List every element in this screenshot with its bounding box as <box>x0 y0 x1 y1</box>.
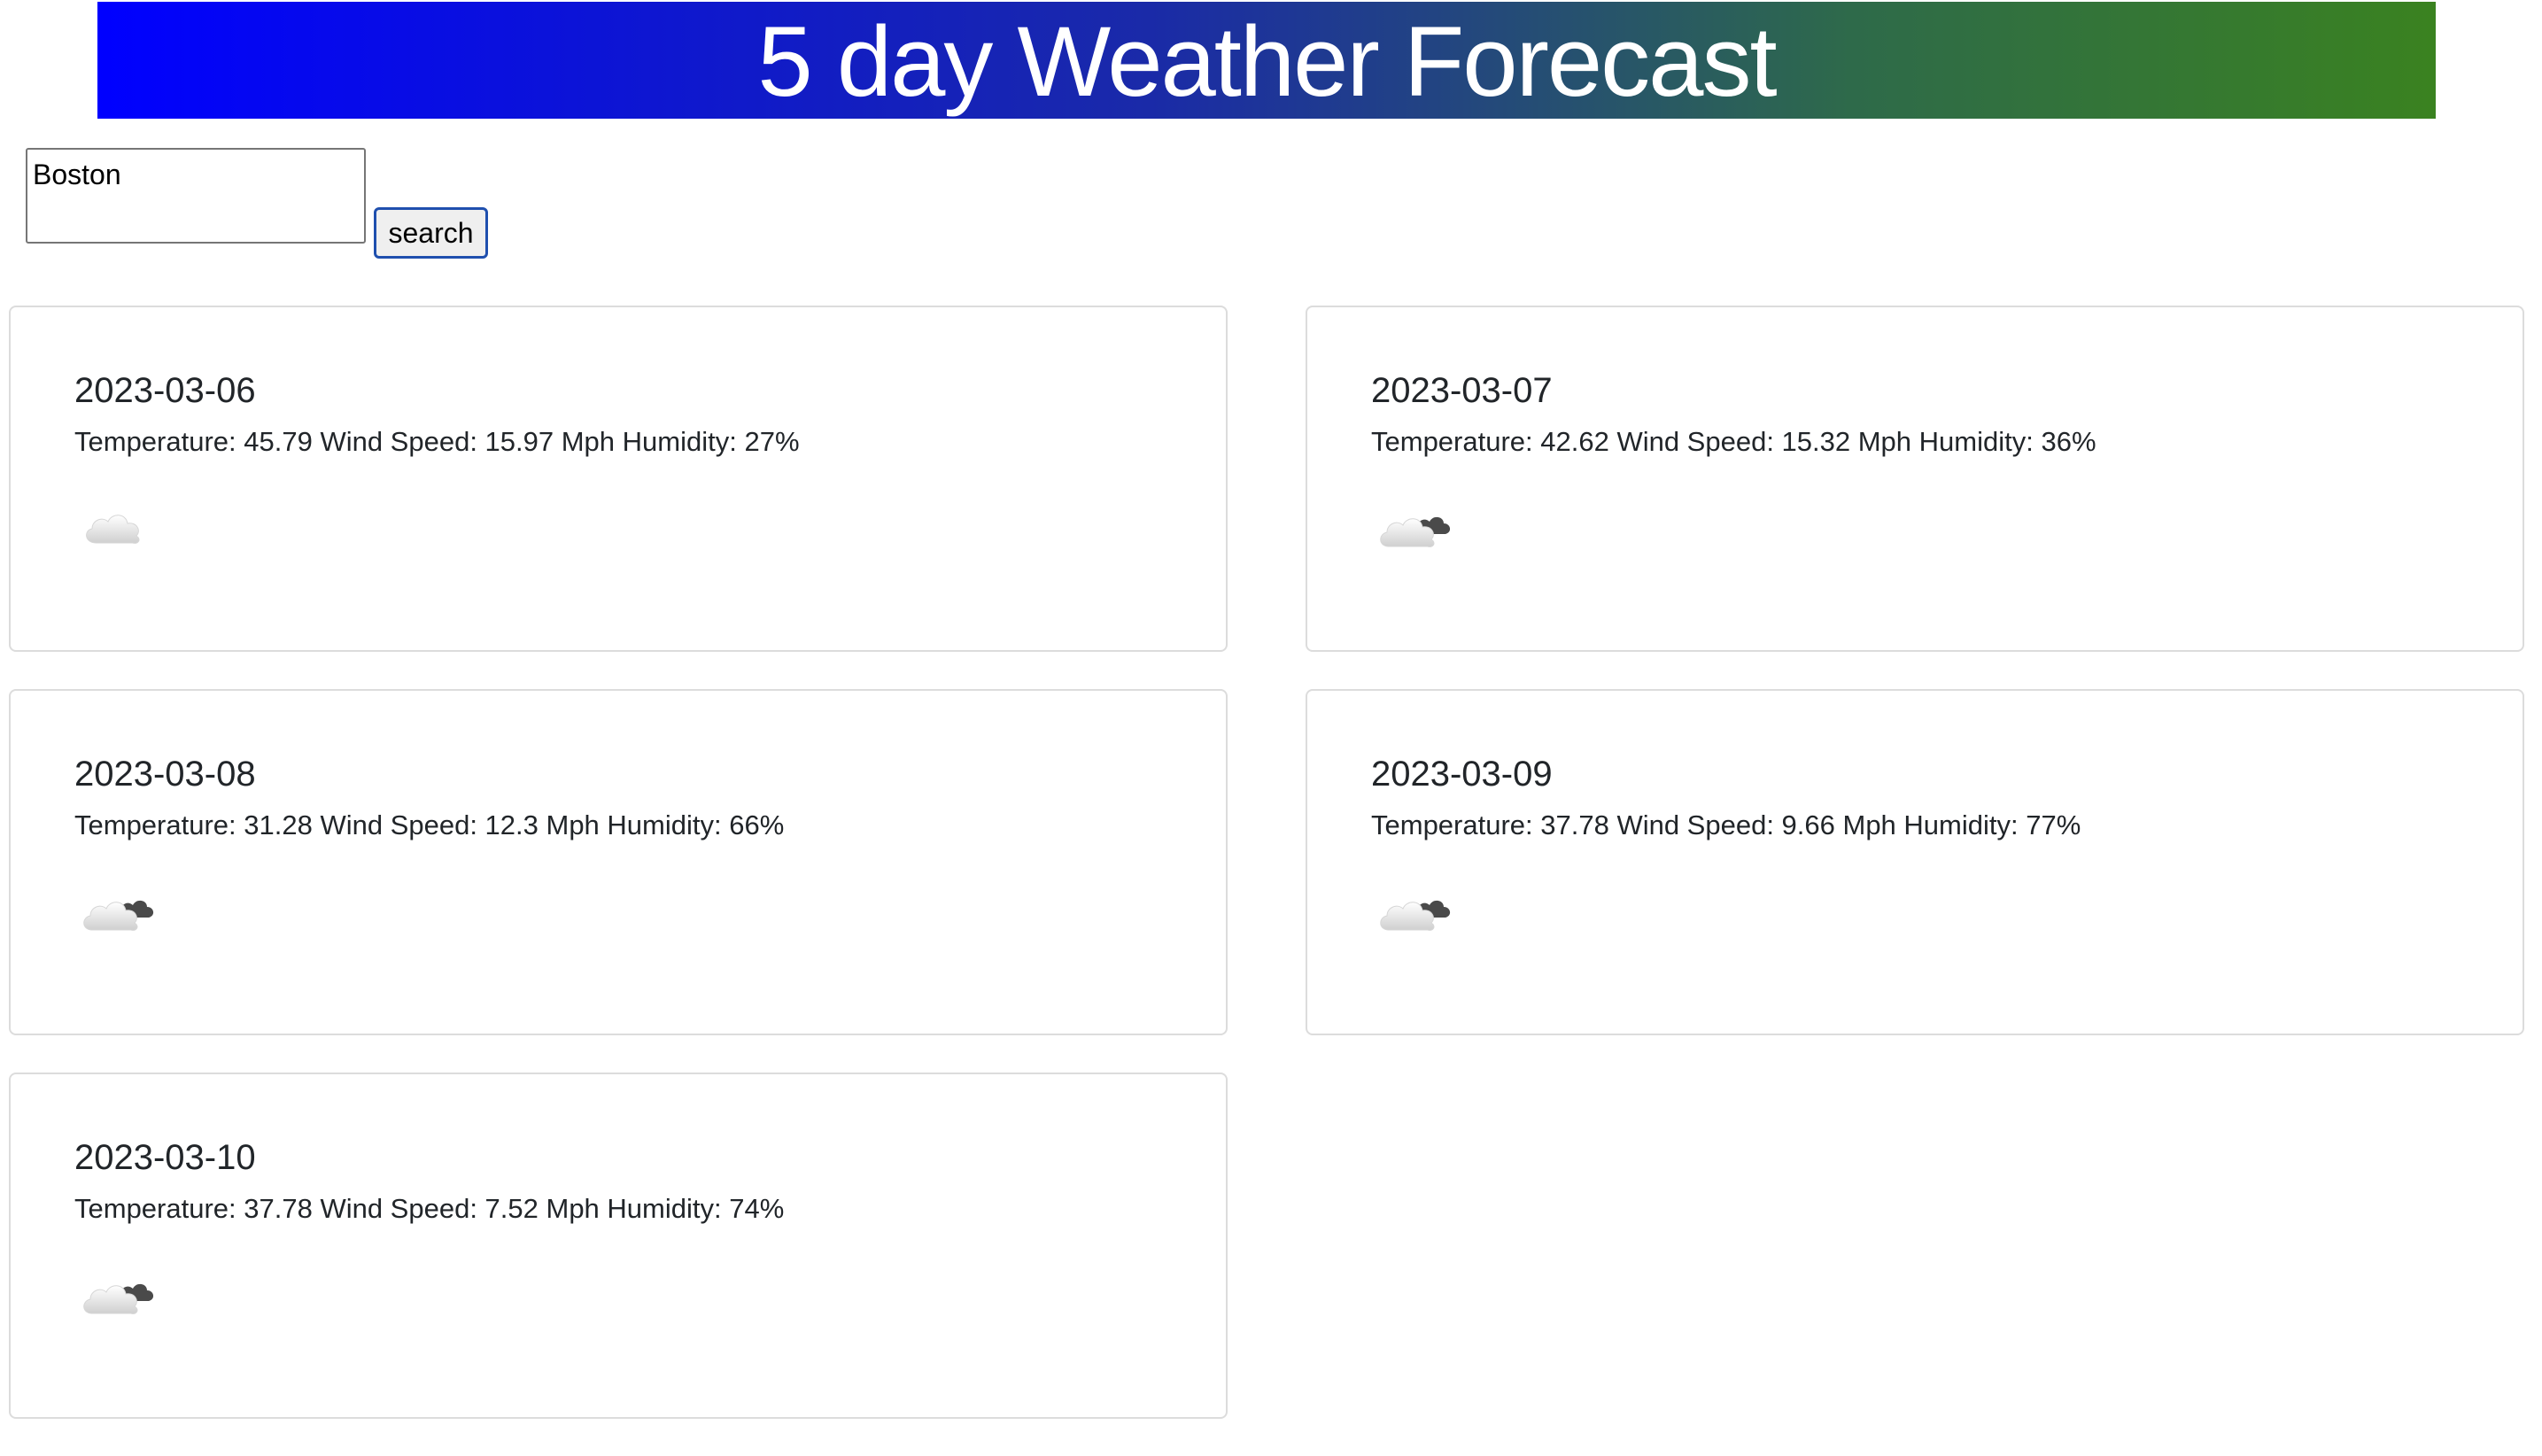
forecast-card: 2023-03-09 Temperature: 37.78 Wind Speed… <box>1306 689 2524 1035</box>
forecast-details: Temperature: 37.78 Wind Speed: 9.66 Mph … <box>1371 809 2081 840</box>
city-search-input[interactable]: Boston <box>26 148 366 244</box>
forecast-card: 2023-03-06 Temperature: 45.79 Wind Speed… <box>9 306 1228 652</box>
forecast-card: 2023-03-10 Temperature: 37.78 Wind Speed… <box>9 1073 1228 1419</box>
forecast-date: 2023-03-06 <box>74 371 256 410</box>
forecast-details: Temperature: 31.28 Wind Speed: 12.3 Mph … <box>74 809 785 840</box>
cloud-icon <box>86 515 140 544</box>
forecast-date: 2023-03-10 <box>74 1138 256 1177</box>
forecast-cards: 2023-03-06 Temperature: 45.79 Wind Speed… <box>9 306 2526 1419</box>
forecast-date: 2023-03-07 <box>1371 371 1553 410</box>
forecast-details: Temperature: 42.62 Wind Speed: 15.32 Mph… <box>1371 426 2096 457</box>
broken-clouds-icon <box>83 1283 154 1314</box>
forecast-date: 2023-03-08 <box>74 755 256 794</box>
broken-clouds-icon <box>83 900 154 931</box>
forecast-date: 2023-03-09 <box>1371 755 1553 794</box>
forecast-details: Temperature: 45.79 Wind Speed: 15.97 Mph… <box>74 426 800 457</box>
search-button[interactable]: search <box>374 207 488 259</box>
forecast-details: Temperature: 37.78 Wind Speed: 7.52 Mph … <box>74 1193 785 1224</box>
broken-clouds-icon <box>1380 516 1451 547</box>
broken-clouds-icon <box>1380 900 1451 931</box>
page-title: 5 day Weather Forecast <box>757 6 1777 117</box>
forecast-card: 2023-03-07 Temperature: 42.62 Wind Speed… <box>1306 306 2524 652</box>
page-header: 5 day Weather Forecast <box>97 2 2436 119</box>
forecast-card: 2023-03-08 Temperature: 31.28 Wind Speed… <box>9 689 1228 1035</box>
